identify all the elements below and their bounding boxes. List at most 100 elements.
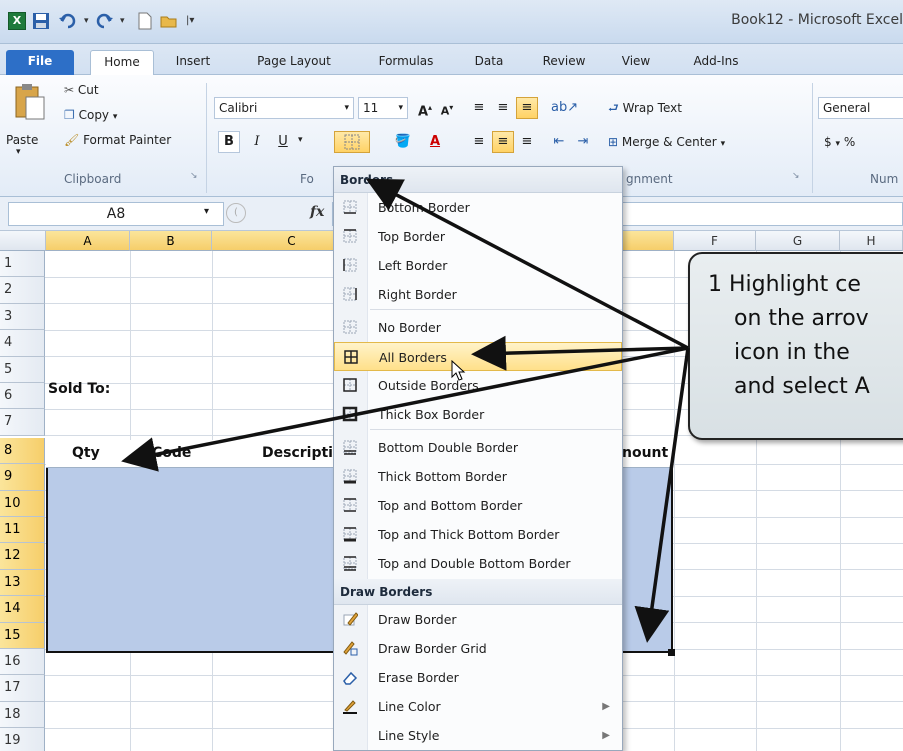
cell-a8[interactable]: Qty xyxy=(72,445,100,461)
menu-item-left-border[interactable]: Left Border xyxy=(334,251,622,280)
underline-button[interactable]: U xyxy=(272,131,294,153)
cut-button[interactable]: ✂ Cut xyxy=(64,83,99,97)
italic-button[interactable]: I xyxy=(246,131,268,153)
cell-b8[interactable]: Code xyxy=(152,445,191,461)
align-right-icon[interactable]: ≡ xyxy=(516,131,538,153)
increase-indent-icon[interactable]: ⇥ xyxy=(572,131,594,153)
row-header-6[interactable]: 6 xyxy=(0,383,45,410)
row-header-3[interactable]: 3 xyxy=(0,303,45,331)
menu-item-top-double-bottom-border[interactable]: Top and Double Bottom Border xyxy=(334,549,622,578)
menu-item-top-thick-bottom-border[interactable]: Top and Thick Bottom Border xyxy=(334,520,622,549)
row-header-1[interactable]: 1 xyxy=(0,251,45,278)
row-header-8[interactable]: 8 xyxy=(0,437,45,465)
open-folder-icon[interactable] xyxy=(160,12,178,30)
row-header-5[interactable]: 5 xyxy=(0,356,45,383)
fill-handle[interactable] xyxy=(668,649,675,656)
row-header-11[interactable]: 11 xyxy=(0,517,45,544)
menu-item-all-borders[interactable]: All Borders xyxy=(334,342,622,371)
menu-item-top-border[interactable]: Top Border xyxy=(334,222,622,251)
percent-label[interactable]: % xyxy=(844,135,855,149)
menu-item-pencil-grid[interactable]: Draw Border Grid xyxy=(334,634,622,663)
row-header-18[interactable]: 18 xyxy=(0,701,45,729)
merge-center-button[interactable]: ⊞ Merge & Center ▾ xyxy=(608,135,725,149)
row-header-10[interactable]: 10 xyxy=(0,490,45,517)
tab-home[interactable]: Home xyxy=(90,50,154,75)
align-left-icon[interactable]: ≡ xyxy=(468,131,490,153)
redo-icon[interactable] xyxy=(96,12,114,30)
menu-item-pencil[interactable]: Draw Border xyxy=(334,605,622,634)
currency-button[interactable]: $ ▾ % xyxy=(824,135,855,149)
name-box-dropdown-icon[interactable]: ▾ xyxy=(204,206,209,217)
cell-c8[interactable]: Descripti xyxy=(262,445,333,461)
formula-options-icon[interactable]: ( xyxy=(226,203,246,223)
align-center-icon[interactable]: ≡ xyxy=(492,131,514,153)
insert-function-icon[interactable]: fx xyxy=(310,204,324,220)
cell-e8[interactable]: nount xyxy=(622,445,668,461)
format-painter-button[interactable]: 🖌 Format Painter xyxy=(64,133,171,147)
row-header-19[interactable]: 19 xyxy=(0,728,45,751)
number-format-combo[interactable]: General xyxy=(818,97,903,119)
tab-view[interactable]: View xyxy=(614,50,658,75)
paste-button[interactable] xyxy=(12,83,46,127)
cell-a5[interactable]: Sold To: xyxy=(48,381,110,397)
tab-file[interactable]: File xyxy=(6,50,74,75)
column-header-f[interactable]: F xyxy=(674,231,756,251)
orientation-icon[interactable]: ab↗ xyxy=(550,97,578,119)
menu-item-bottom-border[interactable]: Bottom Border xyxy=(334,193,622,222)
decrease-indent-icon[interactable]: ⇤ xyxy=(548,131,570,153)
grow-font-icon[interactable]: A▴ xyxy=(414,97,436,119)
clipboard-launcher-icon[interactable]: ↘ xyxy=(190,171,198,181)
align-top-icon[interactable]: ≡ xyxy=(468,97,490,119)
menu-item-thick-box-border[interactable]: Thick Box Border xyxy=(334,400,622,429)
column-header-h[interactable]: H xyxy=(840,231,903,251)
underline-dropdown-icon[interactable]: ▾ xyxy=(298,135,303,145)
select-all-corner[interactable] xyxy=(0,231,46,251)
font-size-combo[interactable]: 11 ▾ xyxy=(358,97,408,119)
menu-item-eraser[interactable]: Erase Border xyxy=(334,663,622,692)
font-name-combo[interactable]: Calibri ▾ xyxy=(214,97,354,119)
shrink-font-icon[interactable]: A▾ xyxy=(436,97,458,119)
menu-item-thick-bottom-border[interactable]: Thick Bottom Border xyxy=(334,462,622,491)
tab-data[interactable]: Data xyxy=(466,50,512,75)
wrap-text-button[interactable]: ⮐ Wrap Text xyxy=(608,99,682,120)
menu-item-no-border[interactable]: No Border xyxy=(334,313,622,342)
menu-item-line-style[interactable]: Line Style ▶ xyxy=(334,721,622,750)
name-box[interactable]: A8 xyxy=(8,202,224,226)
tab-review[interactable]: Review xyxy=(534,50,594,75)
fill-color-icon[interactable]: 🪣 xyxy=(392,131,414,153)
row-header-12[interactable]: 12 xyxy=(0,543,45,570)
customize-qat-icon[interactable]: |▾ xyxy=(186,12,200,30)
column-header-g[interactable]: G xyxy=(756,231,840,251)
row-header-14[interactable]: 14 xyxy=(0,596,45,623)
column-header-a[interactable]: A xyxy=(46,231,130,251)
tab-page-layout[interactable]: Page Layout xyxy=(246,50,342,75)
row-header-7[interactable]: 7 xyxy=(0,409,45,436)
menu-item-line-color[interactable]: Line Color ▶ xyxy=(334,692,622,721)
row-header-9[interactable]: 9 xyxy=(0,464,45,491)
save-icon[interactable] xyxy=(32,12,50,30)
alignment-launcher-icon[interactable]: ↘ xyxy=(792,171,800,181)
row-header-17[interactable]: 17 xyxy=(0,675,45,702)
row-header-16[interactable]: 16 xyxy=(0,649,45,676)
borders-button[interactable] xyxy=(334,131,370,153)
bold-button[interactable]: B xyxy=(218,131,240,153)
align-middle-icon[interactable]: ≡ xyxy=(492,97,514,119)
menu-item-top-bottom-border[interactable]: Top and Bottom Border xyxy=(334,491,622,520)
tab-formulas[interactable]: Formulas xyxy=(368,50,444,75)
new-document-icon[interactable] xyxy=(136,12,154,30)
copy-button[interactable]: ❐ Copy ▾ xyxy=(64,108,117,122)
font-color-icon[interactable]: A xyxy=(424,131,446,153)
paste-dropdown-icon[interactable]: ▾ xyxy=(16,147,21,157)
row-header-13[interactable]: 13 xyxy=(0,569,45,597)
tab-insert[interactable]: Insert xyxy=(166,50,220,75)
row-header-4[interactable]: 4 xyxy=(0,330,45,357)
menu-item-right-border[interactable]: Right Border xyxy=(334,280,622,309)
tab-add-ins[interactable]: Add-Ins xyxy=(684,50,748,75)
menu-item-outside-borders[interactable]: Outside Borders xyxy=(334,371,622,400)
menu-item-bottom-double-border[interactable]: Bottom Double Border xyxy=(334,433,622,462)
undo-icon[interactable] xyxy=(58,12,76,30)
align-bottom-icon[interactable]: ≡ xyxy=(516,97,538,119)
column-header-b[interactable]: B xyxy=(130,231,212,251)
row-header-2[interactable]: 2 xyxy=(0,277,45,304)
row-header-15[interactable]: 15 xyxy=(0,622,45,649)
